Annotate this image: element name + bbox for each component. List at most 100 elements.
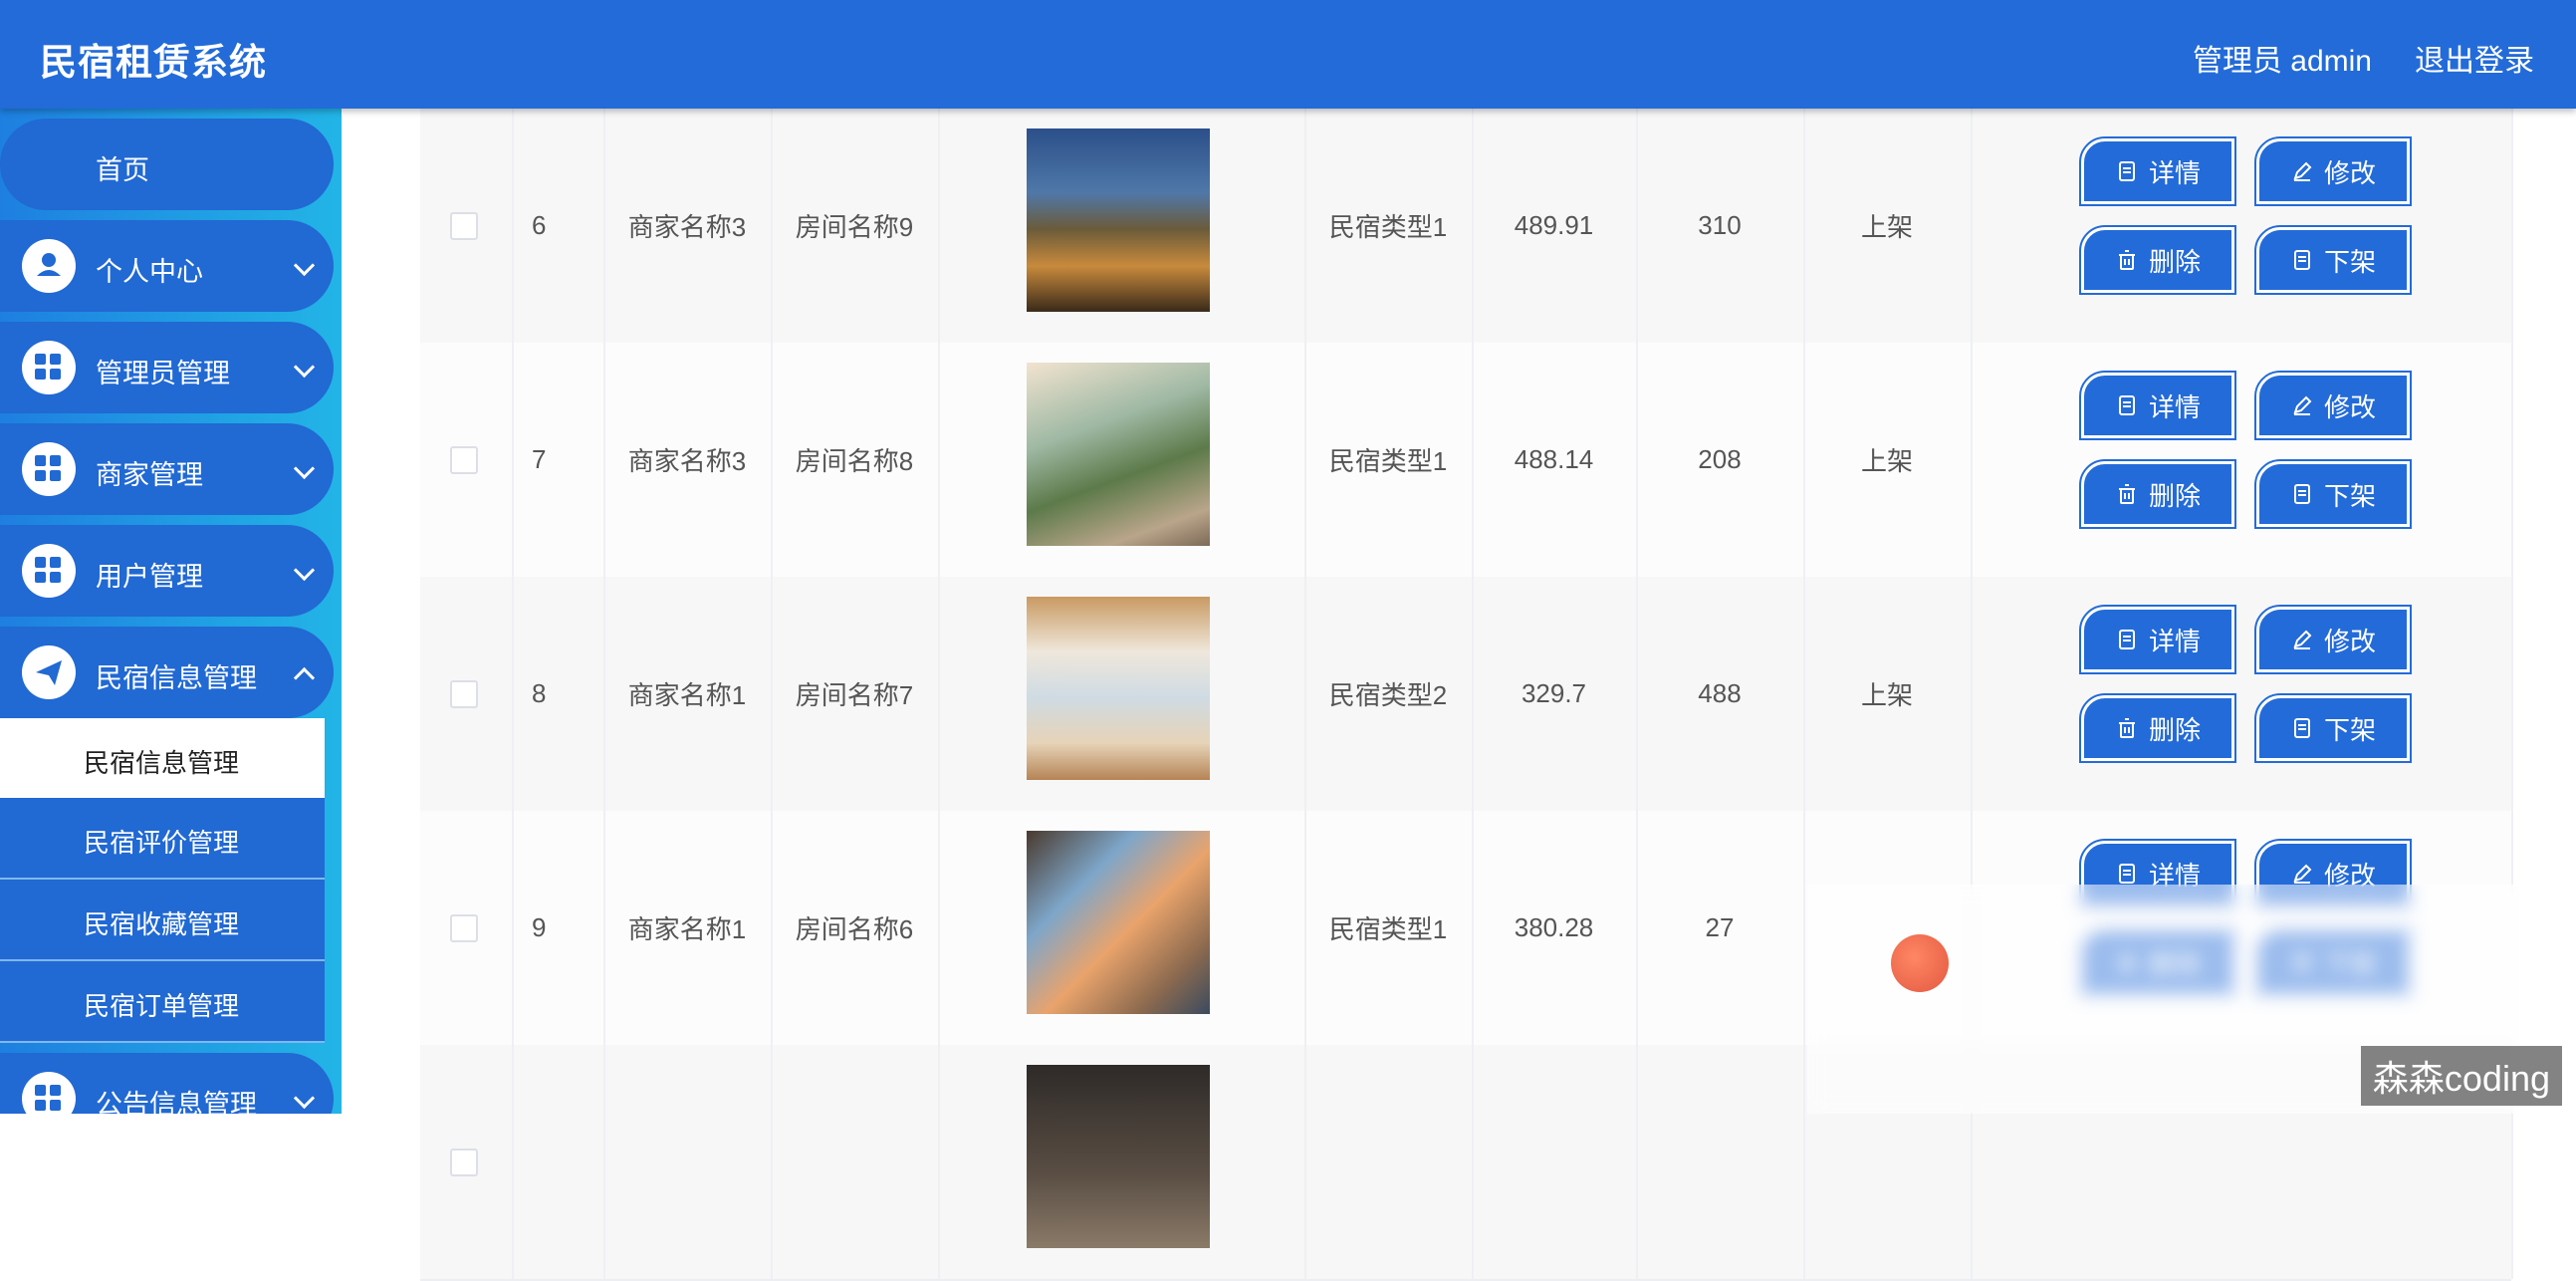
row-checkbox[interactable] xyxy=(450,914,478,942)
pen-icon xyxy=(2290,393,2314,417)
table-cell-count: 27 xyxy=(1636,811,1805,1045)
table-cell-select xyxy=(420,109,514,343)
sidebar-subitem-homestay-favorite[interactable]: 民宿收藏管理 xyxy=(0,880,325,961)
table-cell-actions: 详情 修改删除 下架 xyxy=(1971,577,2513,811)
sidebar-item-user-management[interactable]: 用户管理 xyxy=(0,525,334,617)
sidebar-subitem-homestay-review[interactable]: 民宿评价管理 xyxy=(0,798,325,880)
table-cell xyxy=(420,1045,514,1279)
table-cell-image xyxy=(938,343,1306,577)
cell-merchant: 商家名称1 xyxy=(627,680,747,710)
logout-link[interactable]: 退出登录 xyxy=(2415,36,2534,80)
table-cell xyxy=(1304,1045,1474,1279)
table-cell-image xyxy=(938,109,1306,343)
table-cell-merchant: 商家名称1 xyxy=(603,811,773,1045)
detail-button[interactable]: 详情 xyxy=(2079,136,2236,206)
homestay-thumbnail xyxy=(1027,128,1210,312)
table-cell-index: 9 xyxy=(512,811,605,1045)
offline-button[interactable]: 下架 xyxy=(2254,693,2412,763)
cell-count: 208 xyxy=(1698,444,1742,474)
sidebar-item-personal-center[interactable]: 个人中心 xyxy=(0,220,334,312)
edit-button[interactable]: 修改 xyxy=(2254,605,2412,674)
table-cell-type: 民宿类型1 xyxy=(1304,811,1474,1045)
cell-index: 9 xyxy=(532,912,547,942)
homestay-thumbnail xyxy=(1027,831,1210,1014)
table-row: 7 商家名称3 房间名称8 民宿类型1 488.14 208 上架 详情 修改 删除 下架 xyxy=(420,343,2513,579)
cell-count: 27 xyxy=(1705,912,1735,942)
cell-price: 329.7 xyxy=(1521,678,1587,708)
cell-count: 488 xyxy=(1698,678,1742,708)
cell-type: 民宿类型1 xyxy=(1328,914,1448,944)
cell-room: 房间名称6 xyxy=(795,914,914,944)
table-cell-room: 房间名称7 xyxy=(771,577,940,811)
sidebar-item-home[interactable]: 首页 xyxy=(0,119,334,210)
row-checkbox[interactable] xyxy=(450,446,478,474)
cell-index: 8 xyxy=(532,678,547,708)
homestay-thumbnail xyxy=(1027,1065,1210,1248)
table-cell-select xyxy=(420,811,514,1045)
table-cell-type: 民宿类型1 xyxy=(1304,343,1474,577)
offline-button[interactable]: 下架 xyxy=(2254,459,2412,529)
table-cell xyxy=(1636,1045,1805,1279)
table-cell-status: 上架 xyxy=(1803,109,1973,343)
table-cell xyxy=(938,1045,1306,1279)
sidebar-subitem-homestay-info[interactable]: 民宿信息管理 xyxy=(0,718,325,798)
cell-type: 民宿类型1 xyxy=(1328,212,1448,242)
cell-status: 上架 xyxy=(1860,446,1913,476)
table-cell-status: 上架 xyxy=(1803,343,1973,577)
cell-room: 房间名称7 xyxy=(795,680,914,710)
sidebar-subitem-homestay-order[interactable]: 民宿订单管理 xyxy=(0,961,325,1043)
sidebar-subitem-label: 民宿评价管理 xyxy=(84,828,240,858)
sidebar-item-homestay-info[interactable]: 民宿信息管理 xyxy=(0,627,334,718)
chevron-down-icon xyxy=(293,457,316,480)
trash-icon xyxy=(2115,248,2139,272)
sidebar-subitem-label: 民宿订单管理 xyxy=(84,991,240,1021)
trash-icon xyxy=(2115,482,2139,506)
offline-button[interactable]: 下架 xyxy=(2254,225,2412,295)
cell-merchant: 商家名称3 xyxy=(627,446,747,476)
cursor-highlight xyxy=(1891,934,1949,992)
row-checkbox[interactable] xyxy=(450,212,478,240)
document-icon xyxy=(2115,862,2139,886)
chevron-up-icon xyxy=(293,666,316,689)
cell-index: 6 xyxy=(532,210,547,240)
sidebar-item-announcement[interactable]: 公告信息管理 xyxy=(0,1053,334,1114)
cell-type: 民宿类型1 xyxy=(1328,446,1448,476)
sidebar-item-label: 管理员管理 xyxy=(96,359,230,388)
sidebar-item-merchant-management[interactable]: 商家管理 xyxy=(0,423,334,515)
chevron-down-icon xyxy=(293,1087,316,1110)
document-icon xyxy=(2290,716,2314,740)
button-label: 修改 xyxy=(2323,391,2376,422)
sidebar-item-admin-management[interactable]: 管理员管理 xyxy=(0,322,334,413)
table-cell-price: 489.91 xyxy=(1472,109,1638,343)
send-icon xyxy=(22,645,76,699)
delete-button[interactable]: 删除 xyxy=(2079,693,2236,763)
detail-button[interactable]: 详情 xyxy=(2079,605,2236,674)
button-label: 删除 xyxy=(2148,246,2201,277)
detail-button[interactable]: 详情 xyxy=(2079,371,2236,440)
edit-button[interactable]: 修改 xyxy=(2254,371,2412,440)
table-cell-type: 民宿类型2 xyxy=(1304,577,1474,811)
chevron-down-icon xyxy=(293,559,316,582)
sidebar-item-label: 首页 xyxy=(96,155,149,185)
cell-room: 房间名称9 xyxy=(795,212,914,242)
delete-button[interactable]: 删除 xyxy=(2079,225,2236,295)
table-cell-actions: 详情 修改删除 下架 xyxy=(1971,343,2513,577)
table-cell-status: 上架 xyxy=(1803,577,1973,811)
cell-type: 民宿类型2 xyxy=(1328,680,1448,710)
row-checkbox[interactable] xyxy=(450,680,478,708)
button-label: 修改 xyxy=(2323,157,2376,188)
sidebar-item-label: 用户管理 xyxy=(96,562,203,592)
chevron-down-icon xyxy=(293,254,316,277)
cell-index: 7 xyxy=(532,444,547,474)
table-cell-merchant: 商家名称3 xyxy=(603,343,773,577)
table-cell-index: 7 xyxy=(512,343,605,577)
pen-icon xyxy=(2290,862,2314,886)
edit-button[interactable]: 修改 xyxy=(2254,136,2412,206)
table-cell-count: 310 xyxy=(1636,109,1805,343)
table-cell-merchant: 商家名称3 xyxy=(603,109,773,343)
delete-button[interactable]: 删除 xyxy=(2079,459,2236,529)
homestay-thumbnail xyxy=(1027,363,1210,546)
row-checkbox[interactable] xyxy=(450,1149,478,1176)
table-cell-room: 房间名称6 xyxy=(771,811,940,1045)
sidebar-item-label: 公告信息管理 xyxy=(96,1090,257,1114)
